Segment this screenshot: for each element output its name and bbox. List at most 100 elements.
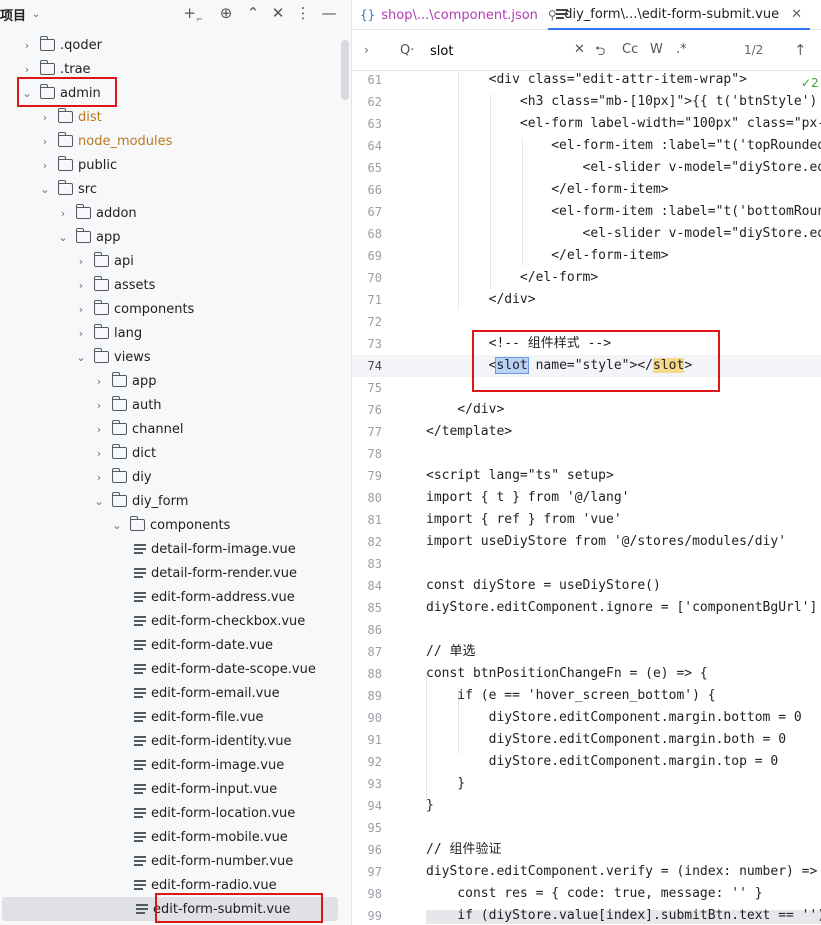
tree-folder-item[interactable]: › .qoder (0, 33, 340, 57)
collapse-all-icon[interactable]: ✕ (268, 4, 288, 22)
tree-folder-item[interactable]: › dict (0, 441, 340, 465)
chevron-down-icon[interactable]: ⌄ (74, 351, 88, 364)
tree-folder-item[interactable]: › app (0, 369, 340, 393)
tree-folder-item[interactable]: › node_modules (0, 129, 340, 153)
tree-file-item[interactable]: edit-form-mobile.vue (0, 825, 340, 849)
project-panel-title[interactable]: 项目 (0, 5, 26, 24)
chevron-right-icon[interactable]: › (92, 447, 106, 460)
code-line[interactable]: 67 <el-form-item :label="t('bottomRounde… (352, 201, 821, 223)
tree-file-item[interactable]: edit-form-location.vue (0, 801, 340, 825)
code-line[interactable]: 74 <slot name="style"></slot> (352, 355, 821, 377)
tree-folder-item[interactable]: › auth (0, 393, 340, 417)
tree-file-item[interactable]: edit-form-email.vue (0, 681, 340, 705)
code-line[interactable]: 85 diyStore.editComponent.ignore = ['comp… (352, 597, 821, 619)
code-line[interactable]: 98 const res = { code: true, message: ''… (352, 883, 821, 905)
chevron-down-icon[interactable]: ⌄ (20, 87, 34, 100)
code-line[interactable]: 75 (352, 377, 821, 399)
tree-folder-item[interactable]: ⌄ diy_form (0, 489, 340, 513)
tree-file-item[interactable]: detail-form-image.vue (0, 537, 340, 561)
code-line[interactable]: 90 diyStore.editComponent.margin.bottom … (352, 707, 821, 729)
chevron-right-icon[interactable]: › (92, 423, 106, 436)
code-line[interactable]: 81 import { ref } from 'vue' (352, 509, 821, 531)
search-input[interactable] (430, 40, 570, 62)
code-line[interactable]: 82 import useDiyStore from '@/stores/modu… (352, 531, 821, 553)
chevron-down-icon[interactable]: ⌄ (92, 495, 106, 508)
code-line[interactable]: 94} (352, 795, 821, 817)
code-line[interactable]: 83 (352, 553, 821, 575)
replace-toggle-icon[interactable]: ⮌ (595, 42, 605, 64)
code-line[interactable]: 80 import { t } from '@/lang' (352, 487, 821, 509)
code-line[interactable]: 78 (352, 443, 821, 465)
chevron-right-icon[interactable]: › (74, 279, 88, 292)
crosshair-icon[interactable]: ⊕ (216, 4, 236, 22)
code-line[interactable]: 63 <el-form label-width="100px" class="p… (352, 113, 821, 135)
tree-folder-item[interactable]: › addon (0, 201, 340, 225)
chevron-right-icon[interactable]: › (38, 135, 52, 148)
search-icon[interactable]: Q· (400, 43, 414, 58)
tree-folder-item[interactable]: › diy (0, 465, 340, 489)
tree-file-item[interactable]: edit-form-checkbox.vue (0, 609, 340, 633)
code-line[interactable]: 84 const diyStore = useDiyStore() (352, 575, 821, 597)
tab-edit-form-submit[interactable]: diy_form\...\edit-form-submit.vue ✕ (548, 0, 810, 30)
tree-folder-item[interactable]: ⌄ app (0, 225, 340, 249)
code-line[interactable]: 71 </div> (352, 289, 821, 311)
chevron-right-icon[interactable]: › (56, 207, 70, 220)
code-line[interactable]: 86 (352, 619, 821, 641)
chevron-right-icon[interactable]: › (92, 375, 106, 388)
whole-word-button[interactable]: W (650, 42, 663, 57)
code-line[interactable]: 65 <el-slider v-model="diyStore.editComp… (352, 157, 821, 179)
code-line[interactable]: 99 if (diyStore.value[index].submitBtn.t… (352, 905, 821, 925)
code-line[interactable]: 72 (352, 311, 821, 333)
code-line[interactable]: 61 <div class="edit-attr-item-wrap"> (352, 69, 821, 91)
code-line[interactable]: 76 </div> (352, 399, 821, 421)
expand-all-icon[interactable]: ⌃ (243, 4, 263, 22)
chevron-right-icon[interactable]: › (74, 255, 88, 268)
chevron-right-icon[interactable]: › (74, 303, 88, 316)
tree-folder-item[interactable]: › assets (0, 273, 340, 297)
code-line[interactable]: 77 </template> (352, 421, 821, 443)
code-line[interactable]: 89 if (e == 'hover_screen_bottom') { (352, 685, 821, 707)
chevron-right-icon[interactable]: › (92, 471, 106, 484)
previous-match-icon[interactable]: ↑ (794, 41, 807, 59)
code-line[interactable]: 62 <h3 class="mb-[10px]">{{ t('btnStyle'… (352, 91, 821, 113)
code-line[interactable]: 96 // 组件验证 (352, 839, 821, 861)
code-editor[interactable]: 61 <div class="edit-attr-item-wrap"> 62 <… (352, 72, 821, 925)
more-options-icon[interactable]: ⋮ (293, 4, 313, 22)
tab-component-json[interactable]: {} shop\...\component.json ⚲ (352, 0, 557, 30)
add-icon[interactable]: +⌐ (183, 4, 203, 29)
code-line[interactable]: 69 </el-form-item> (352, 245, 821, 267)
close-icon[interactable]: ✕ (791, 7, 802, 22)
tree-folder-item[interactable]: › public (0, 153, 340, 177)
clear-icon[interactable]: ✕ (574, 42, 585, 57)
code-line[interactable]: 93 } (352, 773, 821, 795)
tree-folder-item[interactable]: › lang (0, 321, 340, 345)
tree-folder-item[interactable]: › dist (0, 105, 340, 129)
chevron-right-icon[interactable]: › (364, 43, 369, 57)
tree-folder-item[interactable]: › components (0, 297, 340, 321)
tree-file-item[interactable]: edit-form-radio.vue (0, 873, 340, 897)
code-line[interactable]: 87 // 单选 (352, 641, 821, 663)
tree-file-item[interactable]: edit-form-image.vue (0, 753, 340, 777)
tree-file-item[interactable]: edit-form-date.vue (0, 633, 340, 657)
tree-file-item[interactable]: edit-form-file.vue (0, 705, 340, 729)
code-line[interactable]: 92 diyStore.editComponent.margin.top = 0 (352, 751, 821, 773)
chevron-down-icon[interactable]: ⌄ (56, 231, 70, 244)
tree-file-item[interactable]: edit-form-address.vue (0, 585, 340, 609)
tree-folder-item[interactable]: ⌄ admin (0, 81, 340, 105)
code-line[interactable]: 73 <!-- 组件样式 --> (352, 333, 821, 355)
chevron-right-icon[interactable]: › (20, 39, 34, 52)
tree-folder-item[interactable]: ⌄ views (0, 345, 340, 369)
code-line[interactable]: 91 diyStore.editComponent.margin.both = … (352, 729, 821, 751)
tree-folder-item[interactable]: › .trae (0, 57, 340, 81)
tree-folder-item[interactable]: ⌄ components (0, 513, 340, 537)
chevron-down-icon[interactable]: ⌄ (32, 9, 40, 20)
tree-folder-item[interactable]: › api (0, 249, 340, 273)
tree-folder-item[interactable]: › channel (0, 417, 340, 441)
tree-file-item[interactable]: edit-form-identity.vue (0, 729, 340, 753)
chevron-down-icon[interactable]: ⌄ (110, 519, 124, 532)
tree-folder-item[interactable]: ⌄ src (0, 177, 340, 201)
hide-panel-icon[interactable]: — (319, 4, 339, 22)
chevron-right-icon[interactable]: › (38, 159, 52, 172)
tree-file-item[interactable]: detail-form-render.vue (0, 561, 340, 585)
code-line[interactable]: 97 diyStore.editComponent.verify = (index… (352, 861, 821, 883)
